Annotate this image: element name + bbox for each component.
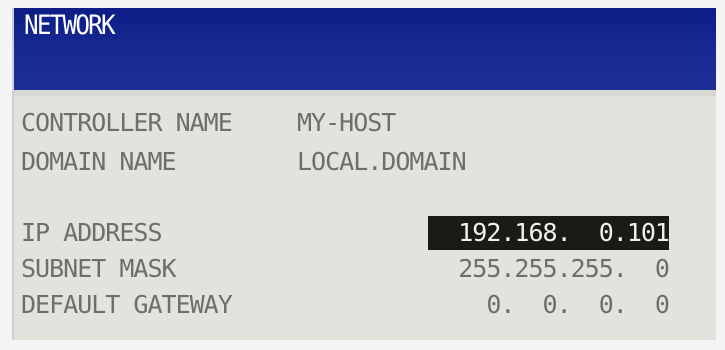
title-bar: NETWORK [14, 8, 716, 90]
window-title: NETWORK [24, 10, 116, 41]
default-gateway-row: DEFAULT GATEWAY 0. 0. 0. 0 [14, 286, 716, 324]
default-gateway-value[interactable]: 0. 0. 0. 0 [426, 286, 670, 324]
controller-name-label: CONTROLLER NAME [21, 108, 233, 137]
domain-name-value[interactable]: LOCAL.DOMAIN [297, 143, 467, 181]
title-separator [14, 90, 716, 96]
ip-address-label: IP ADDRESS [21, 218, 163, 247]
controller-name-row: CONTROLLER NAME MY-HOST [14, 104, 716, 142]
subnet-mask-row: SUBNET MASK 255.255.255. 0 [14, 250, 716, 288]
default-gateway-label: DEFAULT GATEWAY [21, 290, 233, 319]
domain-name-label: DOMAIN NAME [21, 147, 177, 176]
subnet-mask-label: SUBNET MASK [21, 254, 177, 283]
subnet-mask-value[interactable]: 255.255.255. 0 [426, 250, 670, 288]
ip-address-row: IP ADDRESS 192.168. 0.101 [14, 214, 716, 252]
screen: NETWORK CONTROLLER NAME MY-HOST DOMAIN N… [0, 0, 725, 350]
domain-name-row: DOMAIN NAME LOCAL.DOMAIN [14, 143, 716, 181]
ip-address-value[interactable]: 192.168. 0.101 [428, 214, 670, 252]
network-panel: NETWORK CONTROLLER NAME MY-HOST DOMAIN N… [12, 8, 716, 340]
controller-name-value[interactable]: MY-HOST [297, 104, 396, 142]
